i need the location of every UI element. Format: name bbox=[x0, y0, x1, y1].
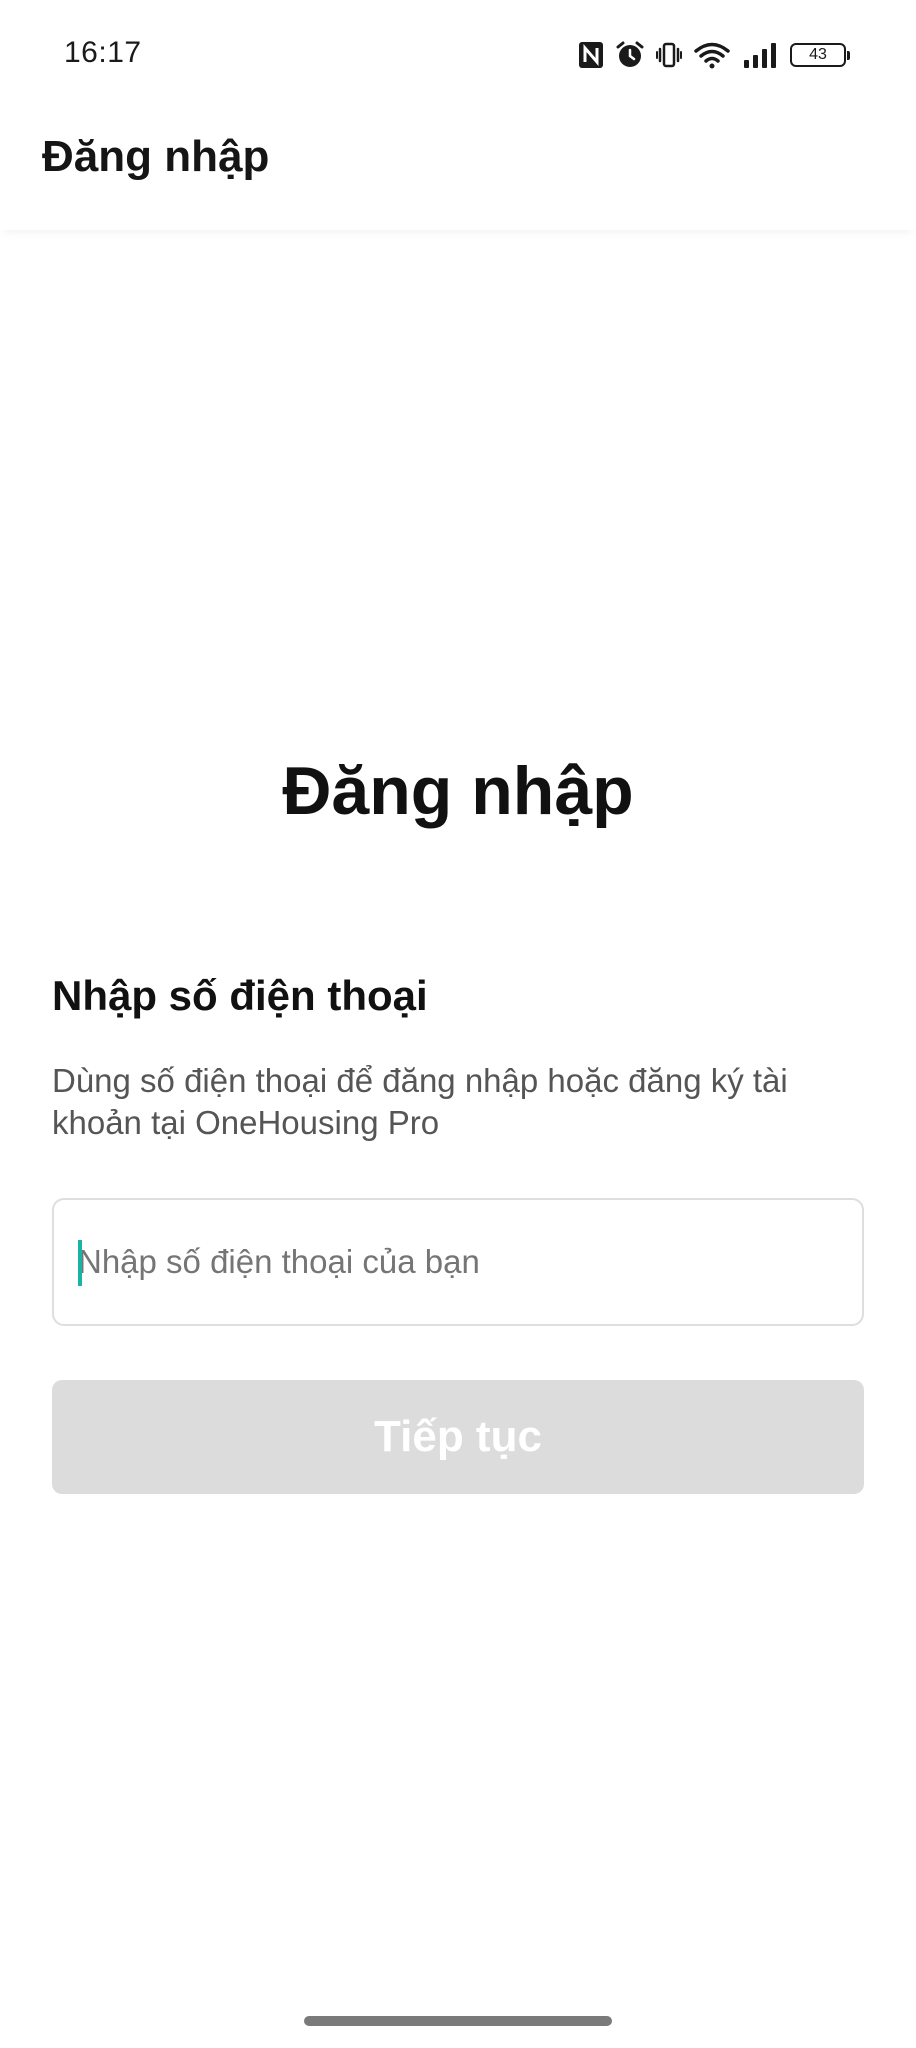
phone-number-input[interactable] bbox=[78, 1200, 838, 1324]
wifi-icon bbox=[694, 41, 730, 69]
phone-section-heading: Nhập số điện thoại bbox=[52, 972, 428, 1019]
battery-level: 43 bbox=[809, 46, 827, 63]
status-bar: 16:17 43 bbox=[0, 0, 916, 110]
status-icons: 43 bbox=[578, 38, 850, 72]
phone-section-description: Dùng số điện thoại để đăng nhập hoặc đăn… bbox=[52, 1062, 788, 1141]
alarm-icon bbox=[616, 41, 644, 69]
vibrate-icon bbox=[656, 41, 682, 69]
status-time: 16:17 bbox=[64, 36, 142, 69]
text-cursor bbox=[78, 1240, 82, 1286]
nfc-icon bbox=[578, 41, 604, 69]
phone-input-container[interactable] bbox=[52, 1198, 864, 1326]
app-bar-title: Đăng nhập bbox=[42, 132, 270, 181]
continue-button[interactable]: Tiếp tục bbox=[52, 1380, 864, 1494]
home-indicator[interactable] bbox=[304, 2016, 612, 2026]
page-title: Đăng nhập bbox=[282, 753, 634, 829]
app-bar: Đăng nhập bbox=[0, 110, 916, 230]
battery-icon: 43 bbox=[790, 43, 850, 67]
signal-icon bbox=[742, 41, 778, 69]
